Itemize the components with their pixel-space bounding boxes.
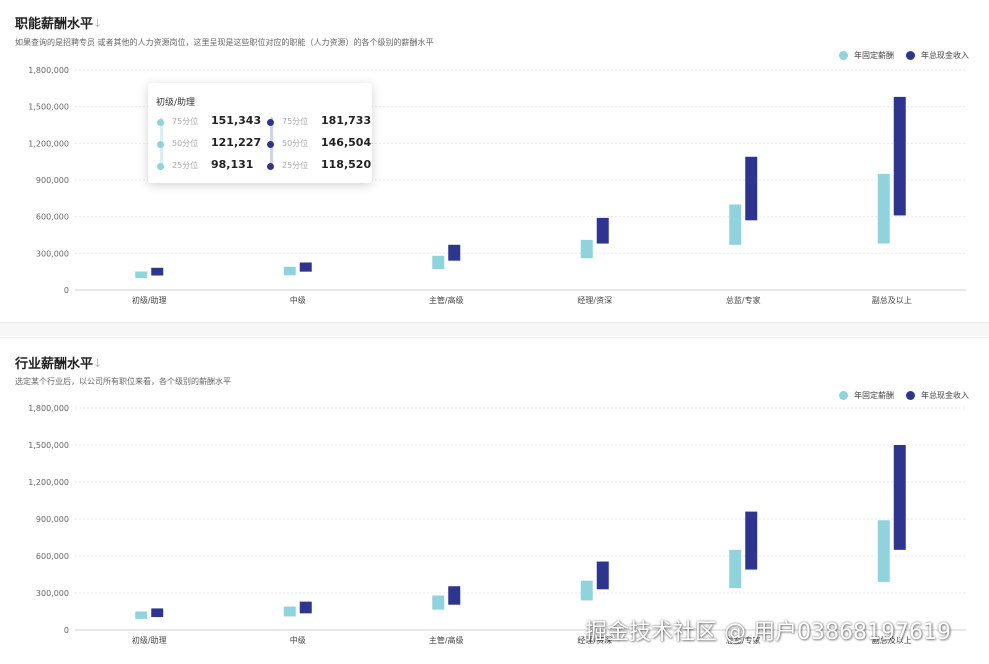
tooltip-label: 75分位 xyxy=(172,117,199,126)
tooltip-row: 75分位 151,343 xyxy=(156,113,264,135)
x-tick-label: 总监/专家 xyxy=(726,295,761,305)
y-tick-label: 0 xyxy=(64,626,69,635)
fixed-salary-bar xyxy=(729,549,742,589)
tooltip-label: 50分位 xyxy=(172,139,199,148)
tooltip-label: 25分位 xyxy=(172,161,199,170)
tooltip-value: 151,343 xyxy=(211,114,262,127)
tooltip-value: 98,131 xyxy=(211,158,254,171)
tooltip-label: 25分位 xyxy=(282,161,309,170)
tooltip-value: 121,227 xyxy=(211,136,262,149)
x-tick-label: 副总及以上 xyxy=(872,295,912,305)
y-tick-label: 1,800,000 xyxy=(28,66,69,75)
tooltip-value: 146,504 xyxy=(321,136,372,149)
tooltip-cash-column: 75分位 181,733 50分位 146,504 25分位 118,520 xyxy=(266,113,374,177)
tooltip-fixed-column: 75分位 151,343 50分位 121,227 25分位 98,131 xyxy=(156,113,264,177)
y-tick-label: 300,000 xyxy=(36,589,69,598)
x-tick-label: 主管/高级 xyxy=(429,635,464,645)
total-cash-bar xyxy=(893,96,906,216)
total-cash-bar xyxy=(448,586,461,605)
total-cash-bar xyxy=(745,511,758,570)
watermark: 掘金技术社区 @ 用户03868197619 xyxy=(585,620,951,645)
total-cash-bar xyxy=(299,262,312,272)
fixed-salary-bar xyxy=(283,606,296,617)
fixed-salary-bar xyxy=(877,173,890,244)
fixed-salary-bar xyxy=(877,520,890,582)
y-tick-label: 1,800,000 xyxy=(28,404,69,413)
total-cash-bar xyxy=(448,244,461,261)
x-tick-label: 中级 xyxy=(290,635,306,645)
tooltip-row: 75分位 181,733 xyxy=(266,113,374,135)
tooltip-row: 25分位 118,520 xyxy=(266,157,374,179)
fixed-salary-bar xyxy=(283,266,296,276)
x-tick-label: 主管/高级 xyxy=(429,295,464,305)
x-tick-label: 经理/资深 xyxy=(577,295,612,305)
total-cash-bar xyxy=(745,156,758,221)
y-tick-label: 0 xyxy=(64,286,69,295)
tooltip-dot-icon xyxy=(267,119,274,126)
tooltip-label: 50分位 xyxy=(282,139,309,148)
total-cash-bar xyxy=(893,445,906,550)
y-tick-label: 300,000 xyxy=(36,249,69,258)
y-tick-label: 1,200,000 xyxy=(28,478,69,487)
x-tick-label: 中级 xyxy=(290,295,306,305)
y-tick-label: 1,500,000 xyxy=(28,441,69,450)
tooltip-dot-icon xyxy=(157,119,164,126)
y-tick-label: 1,500,000 xyxy=(28,103,69,112)
y-tick-label: 600,000 xyxy=(36,552,69,561)
tooltip-row: 50分位 121,227 xyxy=(156,135,264,157)
total-cash-bar xyxy=(596,217,609,244)
tooltip-row: 50分位 146,504 xyxy=(266,135,374,157)
tooltip-dot-icon xyxy=(267,141,274,148)
tooltip-dot-icon xyxy=(267,163,274,170)
tooltip-value: 118,520 xyxy=(321,158,372,171)
fixed-salary-bar xyxy=(729,204,742,245)
tooltip-dot-icon xyxy=(157,141,164,148)
fixed-salary-bar xyxy=(135,611,148,619)
y-tick-label: 900,000 xyxy=(36,176,69,185)
fixed-salary-bar xyxy=(580,580,593,601)
fixed-salary-bar xyxy=(432,255,445,270)
total-cash-bar xyxy=(151,267,164,276)
x-tick-label: 初级/助理 xyxy=(132,635,167,645)
tooltip-dot-icon xyxy=(157,163,164,170)
x-tick-label: 初级/助理 xyxy=(132,295,167,305)
tooltip-value: 181,733 xyxy=(321,114,372,127)
chart-tooltip: 初级/助理 75分位 151,343 50分位 121,227 25分位 98,… xyxy=(148,83,372,183)
tooltip-title: 初级/助理 xyxy=(156,98,196,108)
fixed-salary-bar xyxy=(580,239,593,259)
y-tick-label: 600,000 xyxy=(36,213,69,222)
fixed-salary-bar xyxy=(135,271,148,279)
total-cash-bar xyxy=(299,601,312,614)
panel-gap xyxy=(0,323,989,336)
tooltip-label: 75分位 xyxy=(282,117,309,126)
tooltip-row: 25分位 98,131 xyxy=(156,157,264,179)
y-tick-label: 1,200,000 xyxy=(28,139,69,148)
fixed-salary-bar xyxy=(432,595,445,610)
total-cash-bar xyxy=(151,608,164,618)
y-tick-label: 900,000 xyxy=(36,515,69,524)
total-cash-bar xyxy=(596,561,609,590)
